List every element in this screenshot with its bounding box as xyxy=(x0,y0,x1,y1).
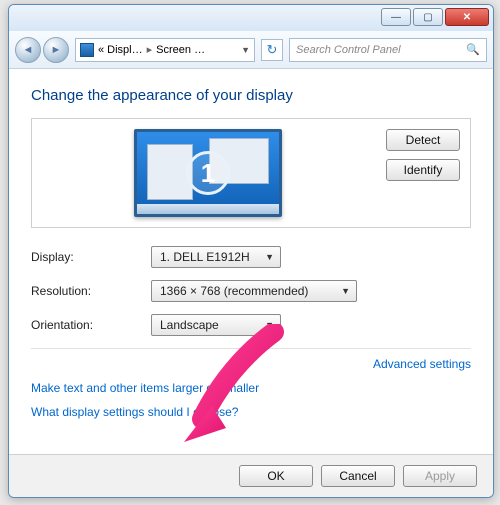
monitor-number-badge: 1 xyxy=(186,151,230,195)
back-button[interactable]: ◄ xyxy=(15,37,41,63)
advanced-settings-link[interactable]: Advanced settings xyxy=(31,348,471,371)
chevron-down-icon: ▼ xyxy=(341,286,350,296)
display-row: Display: 1. DELL E1912H ▼ xyxy=(31,246,471,268)
resolution-label: Resolution: xyxy=(31,284,151,298)
control-panel-window: — ▢ ✕ ◄ ► « Displ… ▸ Screen … ▼ ↻ xyxy=(8,4,494,498)
chevron-down-icon: ▼ xyxy=(265,320,274,330)
minimize-button[interactable]: — xyxy=(381,8,411,26)
orientation-label: Orientation: xyxy=(31,318,151,332)
display-preview-box: 1 Detect Identify xyxy=(31,118,471,228)
close-button[interactable]: ✕ xyxy=(445,8,489,26)
chevron-down-icon: ▼ xyxy=(241,45,250,55)
orientation-row: Orientation: Landscape ▼ xyxy=(31,314,471,336)
apply-button[interactable]: Apply xyxy=(403,465,477,487)
refresh-button[interactable]: ↻ xyxy=(261,39,283,61)
monitor-preview[interactable]: 1 xyxy=(134,129,282,217)
chevron-down-icon: ▼ xyxy=(265,252,274,262)
breadcrumb-part-2: Screen … xyxy=(156,44,205,56)
breadcrumb-part-1: « Displ… xyxy=(98,44,143,56)
forward-button[interactable]: ► xyxy=(43,37,69,63)
dialog-button-bar: OK Cancel Apply xyxy=(9,454,493,497)
identify-button[interactable]: Identify xyxy=(386,159,460,181)
maximize-button[interactable]: ▢ xyxy=(413,8,443,26)
preview-side-buttons: Detect Identify xyxy=(386,129,460,181)
search-placeholder: Search Control Panel xyxy=(296,44,401,56)
maximize-icon: ▢ xyxy=(423,12,432,23)
content-area: Change the appearance of your display 1 … xyxy=(9,69,493,454)
display-dropdown[interactable]: 1. DELL E1912H ▼ xyxy=(151,246,281,268)
help-link[interactable]: What display settings should I choose? xyxy=(31,405,471,419)
page-title: Change the appearance of your display xyxy=(31,87,471,104)
orientation-value: Landscape xyxy=(160,318,219,332)
resolution-row: Resolution: 1366 × 768 (recommended) ▼ xyxy=(31,280,471,302)
nav-back-forward: ◄ ► xyxy=(15,37,69,63)
breadcrumb-separator-icon: ▸ xyxy=(147,43,153,56)
search-input[interactable]: Search Control Panel 🔍 xyxy=(289,38,487,62)
detect-button[interactable]: Detect xyxy=(386,129,460,151)
orientation-dropdown[interactable]: Landscape ▼ xyxy=(151,314,281,336)
forward-icon: ► xyxy=(51,44,62,56)
refresh-icon: ↻ xyxy=(267,42,278,58)
display-label: Display: xyxy=(31,250,151,264)
taskbar-icon xyxy=(137,204,279,214)
display-value: 1. DELL E1912H xyxy=(160,250,250,264)
resolution-value: 1366 × 768 (recommended) xyxy=(160,284,308,298)
minimize-icon: — xyxy=(391,12,401,23)
navigation-toolbar: ◄ ► « Displ… ▸ Screen … ▼ ↻ Search Contr… xyxy=(9,31,493,69)
back-icon: ◄ xyxy=(23,44,34,56)
cancel-button[interactable]: Cancel xyxy=(321,465,395,487)
search-icon: 🔍 xyxy=(466,43,480,56)
resolution-dropdown[interactable]: 1366 × 768 (recommended) ▼ xyxy=(151,280,357,302)
control-panel-icon xyxy=(80,43,94,57)
breadcrumb[interactable]: « Displ… ▸ Screen … ▼ xyxy=(75,38,255,62)
window-titlebar: — ▢ ✕ xyxy=(9,5,493,31)
ok-button[interactable]: OK xyxy=(239,465,313,487)
text-size-link[interactable]: Make text and other items larger or smal… xyxy=(31,381,471,395)
close-icon: ✕ xyxy=(463,12,471,23)
monitor-preview-wrap: 1 xyxy=(42,129,374,217)
